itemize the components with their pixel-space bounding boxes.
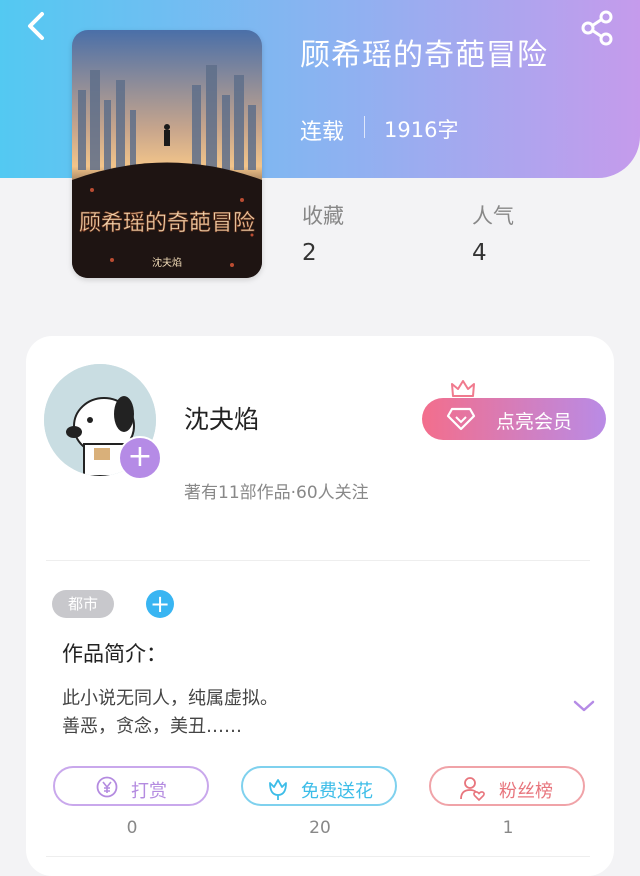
status-divider (364, 116, 365, 138)
intro-heading: 作品简介： (62, 642, 167, 666)
intro-line: 此小说无同人，纯属虚拟。 (62, 688, 278, 709)
favorites-label: 收藏 (302, 204, 344, 228)
popularity-label: 人气 (472, 204, 514, 228)
intro-line: 善恶，贪念，美丑…… (62, 716, 242, 737)
diamond-icon (446, 406, 476, 437)
fan-ranking-label: 粉丝榜 (499, 781, 553, 802)
vip-button-label: 点亮会员 (496, 411, 573, 433)
flower-count: 20 (309, 818, 331, 838)
fan-ranking-button[interactable]: 粉丝榜 (429, 766, 585, 806)
activate-vip-button[interactable]: 点亮会员 (422, 398, 606, 440)
back-icon[interactable] (20, 8, 56, 44)
fan-ranking-count: 1 (502, 818, 514, 838)
book-cover[interactable]: 顾希瑶的奇葩冒险 沈夫焰 (72, 30, 262, 278)
send-flower-button[interactable]: 免费送花 (241, 766, 397, 806)
author-name[interactable]: 沈夬焰 (184, 400, 259, 436)
book-title: 顾希瑶的奇葩冒险 (300, 38, 548, 73)
user-heart-icon (459, 775, 487, 806)
follow-plus-icon[interactable]: + (118, 436, 162, 480)
genre-tag[interactable]: 都市 (52, 590, 114, 618)
tip-button[interactable]: 打赏 (53, 766, 209, 806)
section-divider (46, 560, 590, 561)
yen-coin-icon (95, 775, 119, 804)
bottom-divider (46, 856, 590, 857)
flower-icon (265, 775, 291, 806)
tip-count: 0 (126, 818, 138, 838)
send-flower-label: 免费送花 (301, 781, 373, 802)
add-tag-icon[interactable]: + (146, 590, 174, 618)
author-meta: 著有11部作品·60人关注 (184, 483, 369, 503)
tip-label: 打赏 (131, 781, 167, 802)
serial-status: 连载 (300, 120, 345, 145)
word-count: 1916字 (384, 118, 459, 142)
cover-author-stamp: 沈夫焰 (152, 256, 182, 269)
cover-title-art: 顾希瑶的奇葩冒险 (79, 211, 255, 236)
favorites-value: 2 (302, 240, 317, 266)
popularity-value: 4 (472, 240, 487, 266)
share-icon[interactable] (578, 8, 618, 48)
chevron-down-icon[interactable] (570, 696, 598, 720)
